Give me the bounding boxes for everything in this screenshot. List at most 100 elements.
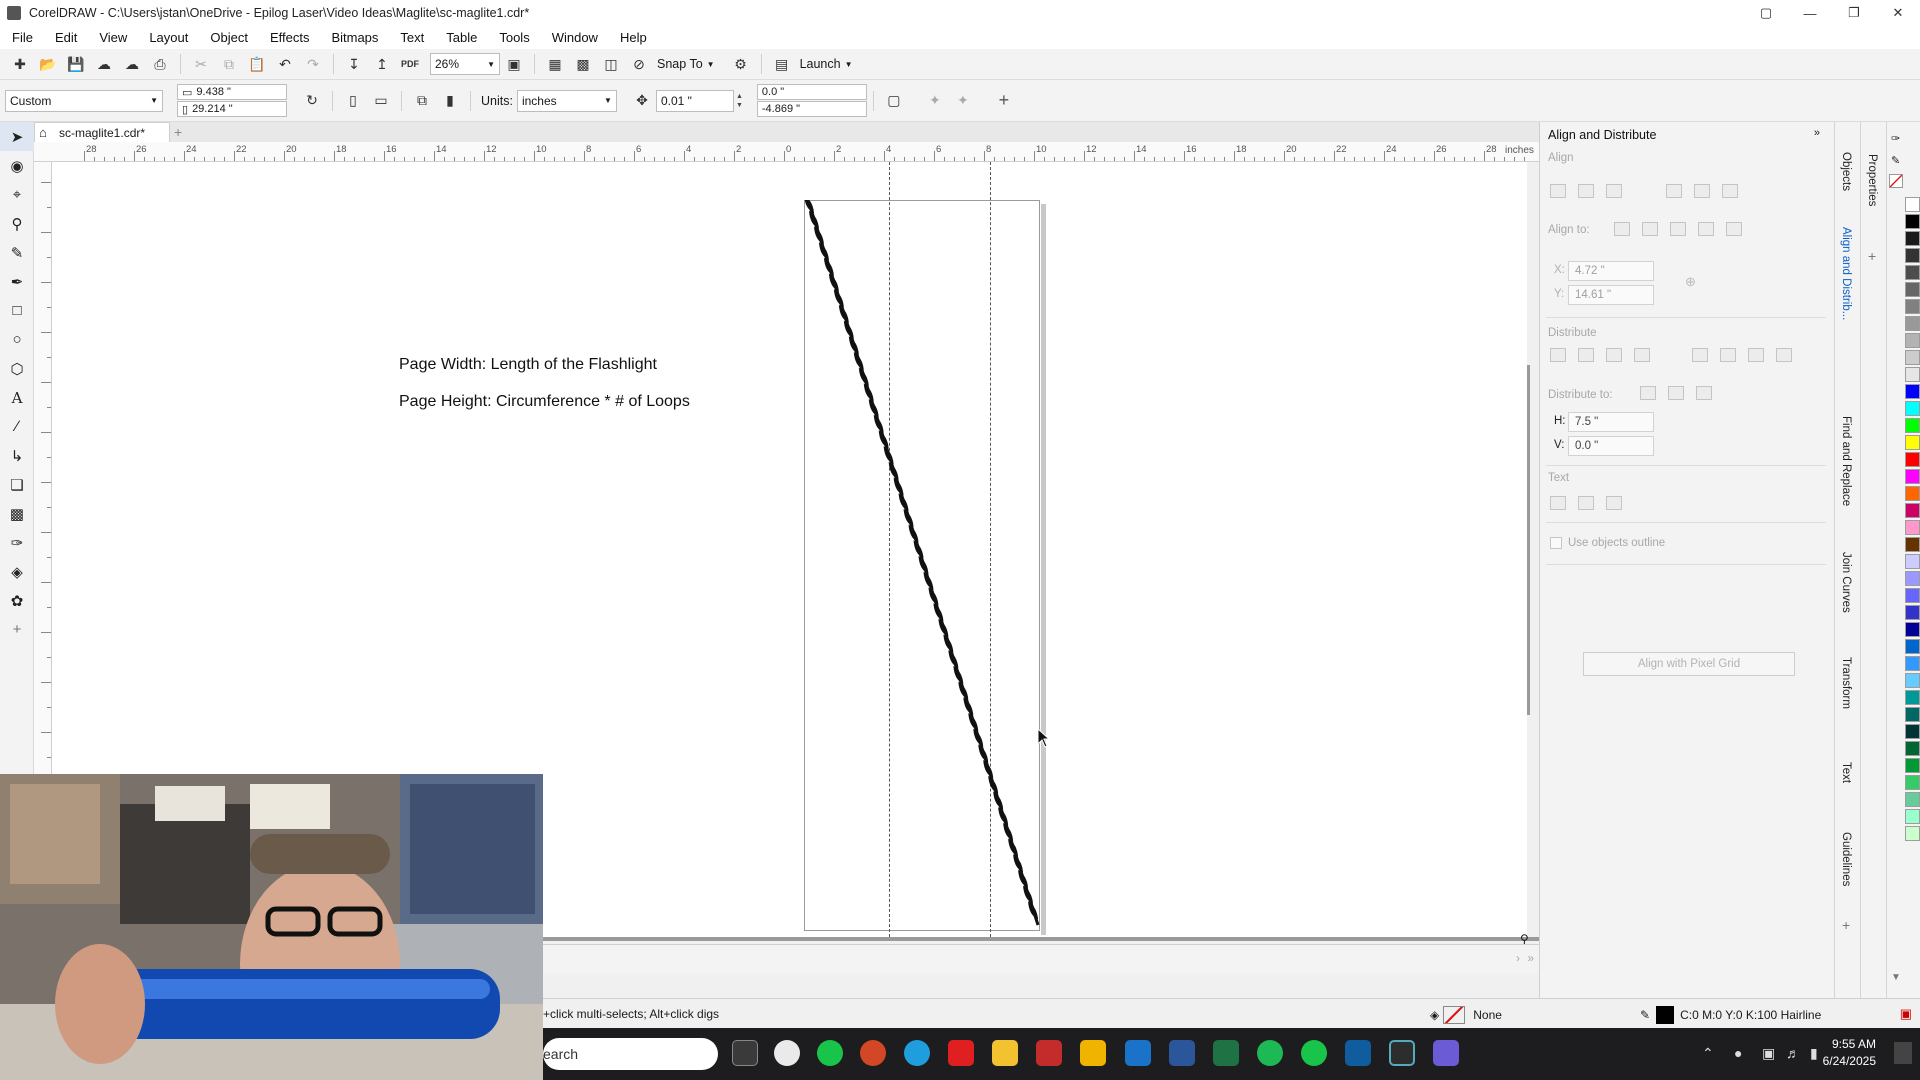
distribute-selection-icon[interactable] <box>1640 386 1656 400</box>
chevron-down-icon[interactable]: ▼ <box>845 60 853 69</box>
color-swatch[interactable] <box>1905 724 1920 739</box>
snap-to-dropdown[interactable]: Snap To <box>657 57 703 71</box>
color-swatch[interactable] <box>1905 571 1920 586</box>
add-docker-icon[interactable]: + <box>1842 917 1850 933</box>
connector-tool-icon[interactable]: ↳ <box>0 441 34 470</box>
color-swatch[interactable] <box>1905 809 1920 824</box>
restore-button[interactable]: ❐ <box>1832 0 1876 26</box>
tab-objects[interactable]: Objects <box>1840 152 1852 191</box>
align-specified-point-icon[interactable] <box>1726 222 1742 236</box>
color-swatch[interactable] <box>1905 282 1920 297</box>
cloud-download-icon[interactable]: ☁ <box>121 53 143 75</box>
color-swatch[interactable] <box>1905 741 1920 756</box>
color-swatch[interactable] <box>1905 350 1920 365</box>
outlook-icon[interactable] <box>1125 1040 1151 1066</box>
zoom-level-field[interactable]: 26% ▼ <box>430 53 500 75</box>
battery-icon[interactable]: ▮ <box>1810 1045 1818 1062</box>
page-height-field[interactable]: ▯ 29.214 " <box>177 101 287 117</box>
notification-icon[interactable] <box>1894 1042 1912 1064</box>
page-orientation-icon[interactable]: ↻ <box>301 90 323 112</box>
new-tab-icon[interactable]: + <box>174 124 182 140</box>
guidelines-icon[interactable]: ✦ <box>952 90 974 112</box>
note-page-height[interactable]: Page Height: Circumference * # of Loops <box>399 393 690 411</box>
drop-shadow-tool-icon[interactable]: ❏ <box>0 470 34 499</box>
distribute-center-v-icon[interactable] <box>1720 348 1736 362</box>
tab-guidelines[interactable]: Guidelines <box>1840 832 1852 886</box>
show-grid-icon[interactable]: ▩ <box>572 53 594 75</box>
text-bounding-box-icon[interactable] <box>1606 496 1622 510</box>
nudge-spinner[interactable]: ▲ ▼ <box>736 92 743 110</box>
app-green-icon[interactable] <box>817 1040 843 1066</box>
save-icon[interactable]: 💾 <box>65 53 87 75</box>
interactive-fill-tool-icon[interactable]: ◈ <box>0 557 34 586</box>
color-swatch[interactable] <box>1905 707 1920 722</box>
use-outline-checkbox[interactable] <box>1550 537 1562 549</box>
menu-file[interactable]: File <box>12 30 33 45</box>
microphone-icon[interactable]: ● <box>1734 1045 1742 1061</box>
rope-design-graphic[interactable] <box>804 200 1044 932</box>
menu-table[interactable]: Table <box>446 30 477 45</box>
transparency-tool-icon[interactable]: ▩ <box>0 499 34 528</box>
show-rulers-icon[interactable]: ▦ <box>544 53 566 75</box>
ellipse-tool-icon[interactable]: ○ <box>0 325 34 354</box>
menu-tools[interactable]: Tools <box>499 30 529 45</box>
pen-icon[interactable]: ✎ <box>1891 154 1900 167</box>
menu-edit[interactable]: Edit <box>55 30 77 45</box>
distribute-spacing-h-icon[interactable] <box>1606 348 1622 362</box>
color-swatch[interactable] <box>1905 690 1920 705</box>
expand-docker-icon[interactable]: » <box>1814 127 1820 139</box>
close-button[interactable]: ✕ <box>1876 0 1920 26</box>
chevron-down-icon[interactable]: ▼ <box>707 60 715 69</box>
color-swatch[interactable] <box>1905 401 1920 416</box>
full-screen-icon[interactable]: ▣ <box>503 53 525 75</box>
task-view-icon[interactable] <box>732 1040 758 1066</box>
fill-indicator[interactable]: ◈ None <box>1430 1006 1502 1024</box>
v-spacing-field[interactable]: 0.0 " <box>1568 436 1654 456</box>
color-swatch[interactable] <box>1905 435 1920 450</box>
edge-icon[interactable] <box>904 1040 930 1066</box>
tab-find-replace[interactable]: Find and Replace <box>1840 416 1852 506</box>
shape-tool-icon[interactable]: ◉ <box>0 151 34 180</box>
rectangle-tool-icon[interactable]: □ <box>0 296 34 325</box>
color-swatch[interactable] <box>1905 316 1920 331</box>
color-swatch[interactable] <box>1905 588 1920 603</box>
align-center-v-icon[interactable] <box>1694 184 1710 198</box>
excel-icon[interactable] <box>1213 1040 1239 1066</box>
units-select[interactable]: inches ▼ <box>516 89 617 112</box>
menu-object[interactable]: Object <box>210 30 248 45</box>
distribute-center-h-icon[interactable] <box>1578 348 1594 362</box>
color-swatch[interactable] <box>1905 486 1920 501</box>
open-folder-icon[interactable]: 📂 <box>37 53 59 75</box>
color-swatch[interactable] <box>1905 656 1920 671</box>
menu-view[interactable]: View <box>99 30 127 45</box>
spotify-icon[interactable] <box>1257 1040 1283 1066</box>
acrobat-icon[interactable] <box>948 1040 974 1066</box>
horizontal-scrollbar[interactable] <box>543 937 1543 941</box>
distribute-spacing-icon[interactable] <box>1696 386 1712 400</box>
copy-icon[interactable]: ⧉ <box>218 53 240 75</box>
menu-text[interactable]: Text <box>400 30 424 45</box>
tab-properties[interactable]: Properties <box>1866 154 1878 206</box>
smart-fill-tool-icon[interactable]: ✿ <box>0 586 34 615</box>
show-hidden-icons[interactable]: ⌃ <box>1702 1045 1714 1062</box>
align-bottom-icon[interactable] <box>1722 184 1738 198</box>
home-icon[interactable]: ⌂ <box>39 125 47 140</box>
export-icon[interactable]: ↥ <box>371 53 393 75</box>
add-tool-icon[interactable]: + <box>0 615 34 644</box>
align-left-icon[interactable] <box>1550 184 1566 198</box>
color-swatch[interactable] <box>1905 418 1920 433</box>
distribute-page-icon[interactable] <box>1668 386 1684 400</box>
freehand-tool-icon[interactable]: ✎ <box>0 238 34 267</box>
duplicate-x-field[interactable]: 0.0 " <box>756 84 867 100</box>
menu-bitmaps[interactable]: Bitmaps <box>331 30 378 45</box>
use-outline-checkbox-row[interactable]: Use objects outline <box>1550 537 1665 549</box>
page-width-field[interactable]: ▭ 9.438 " <box>177 84 287 100</box>
color-swatch[interactable] <box>1905 639 1920 654</box>
menu-effects[interactable]: Effects <box>270 30 310 45</box>
color-swatch[interactable] <box>1905 503 1920 518</box>
color-swatch[interactable] <box>1905 537 1920 552</box>
color-swatch[interactable] <box>1905 758 1920 773</box>
document-tab[interactable]: ⌂ sc-maglite1.cdr* <box>34 122 171 142</box>
import-icon[interactable]: ↧ <box>343 53 365 75</box>
eyedropper-icon[interactable]: ✑ <box>1891 132 1900 145</box>
